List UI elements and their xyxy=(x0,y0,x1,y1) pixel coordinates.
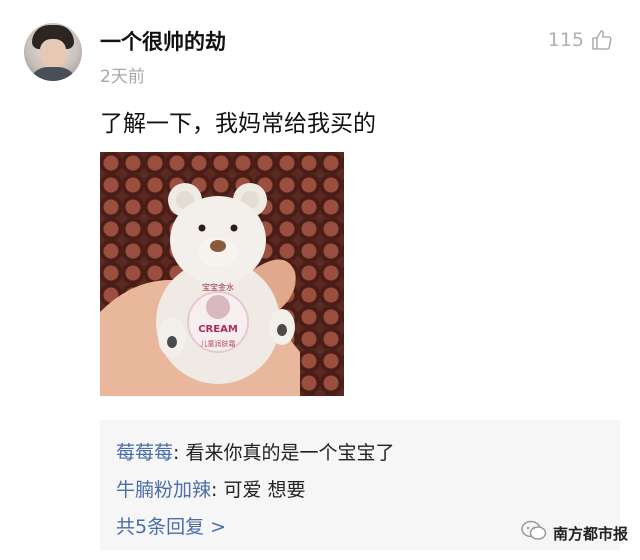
watermark: 南方都市报 xyxy=(521,520,628,546)
user-avatar[interactable] xyxy=(24,23,82,81)
comment-time: 2天前 xyxy=(100,67,145,87)
reply-text: 看来你真的是一个宝宝了 xyxy=(185,442,395,464)
wechat-icon xyxy=(521,520,547,546)
bear-nose xyxy=(210,240,226,252)
thumbs-up-icon xyxy=(590,28,614,52)
reply-item[interactable]: 莓莓莓: 看来你真的是一个宝宝了 xyxy=(116,438,394,465)
more-replies-link[interactable]: 共5条回复 > xyxy=(116,512,226,539)
avatar-shoulders xyxy=(28,67,78,81)
label-sub: 儿童润肤霜 xyxy=(201,339,236,348)
label-main: CREAM xyxy=(198,324,238,335)
like-button[interactable]: 115 xyxy=(548,28,614,52)
reply-author[interactable]: 莓莓莓 xyxy=(116,442,173,464)
watermark-text: 南方都市报 xyxy=(552,524,628,543)
reply-author[interactable]: 牛腩粉加辣 xyxy=(116,479,211,501)
reply-separator: : xyxy=(211,479,224,501)
like-count: 115 xyxy=(547,29,584,51)
label-top: 宝宝金水 xyxy=(202,282,234,292)
reply-item[interactable]: 牛腩粉加辣: 可爱 想要 xyxy=(116,475,306,502)
avatar-face xyxy=(40,39,66,69)
reply-text: 可爱 想要 xyxy=(223,479,306,501)
comment-photo[interactable]: 宝宝金水 CREAM 儿童润肤霜 xyxy=(100,152,344,396)
reply-separator: : xyxy=(173,442,186,464)
comment-username[interactable]: 一个很帅的劫 xyxy=(100,26,226,56)
comment-text: 了解一下，我妈常给我买的 xyxy=(100,111,376,137)
